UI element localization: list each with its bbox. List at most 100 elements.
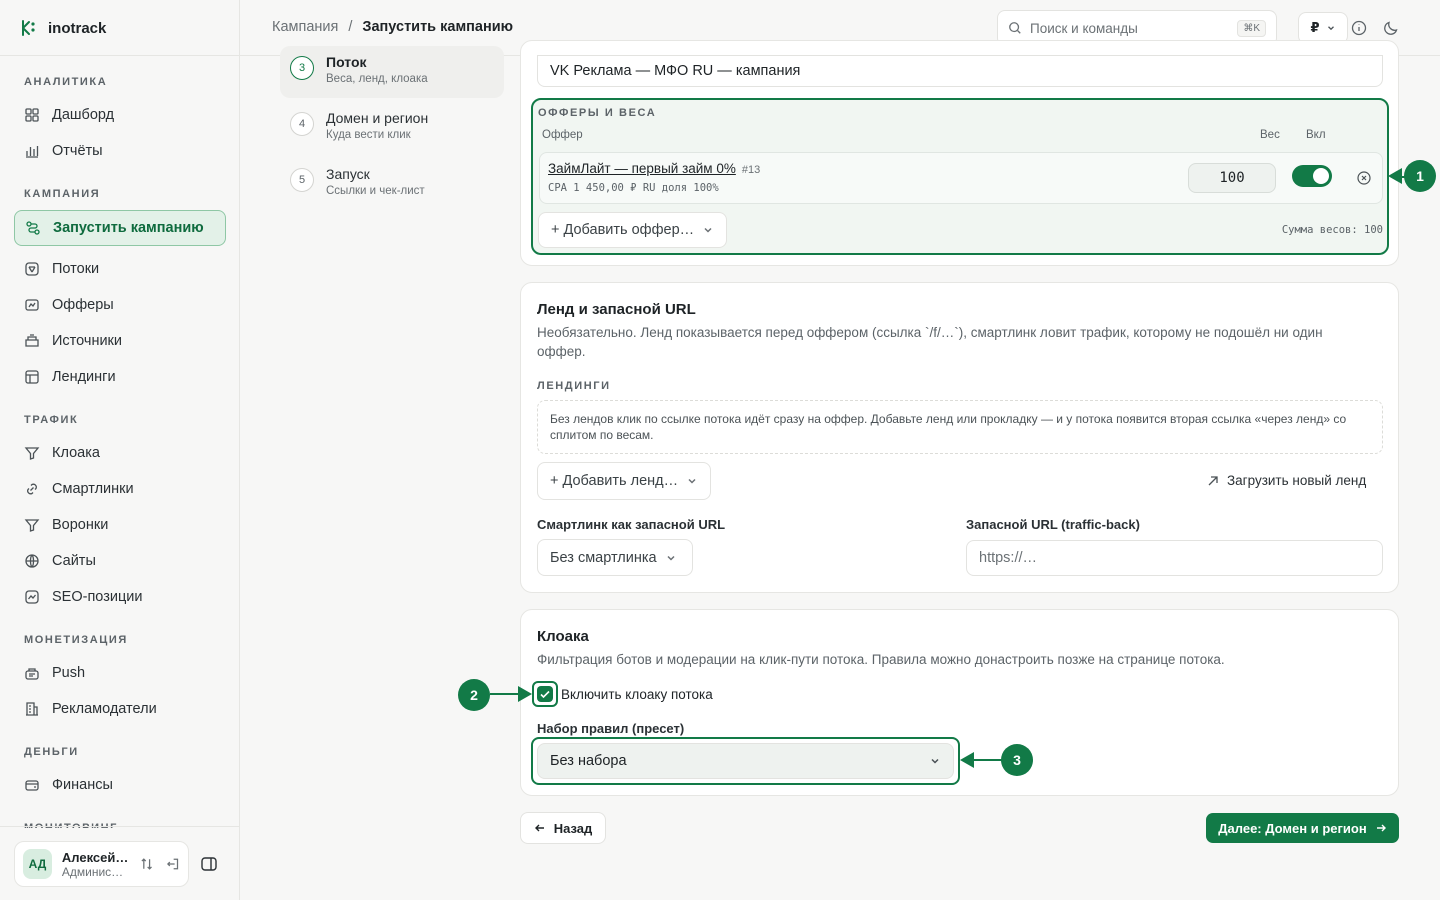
arrow-right-icon (1376, 824, 1386, 832)
user-role: Админис… (61, 864, 124, 879)
search-shortcut: ⌘K (1237, 19, 1266, 37)
offer-weight-input[interactable]: 100 (1188, 163, 1276, 193)
sidebar-item-push[interactable]: Push (14, 655, 226, 691)
upload-landing-label: Загрузить новый ленд (1227, 473, 1367, 488)
chevron-down-icon (667, 555, 675, 561)
sidebar-item-smartlinks[interactable]: Смартлинки (14, 471, 226, 507)
preset-value: Без набора (550, 753, 627, 769)
arrow-left-icon (534, 824, 544, 832)
landing-description: Необязательно. Ленд показывается перед о… (537, 325, 1323, 359)
trend-icon (25, 590, 39, 604)
grid-icon (25, 108, 39, 122)
filter-icon (24, 447, 40, 460)
flow-name-input[interactable]: VK Реклама — МФО RU — кампания (537, 55, 1383, 87)
step-number: 4 (290, 112, 314, 136)
sidebar-item-reports[interactable]: Отчёты (14, 133, 226, 169)
smartlink-label: Смартлинк как запасной URL (537, 517, 726, 532)
chevron-down-icon (688, 478, 696, 484)
sidebar-item-label: Push (52, 665, 86, 681)
search-placeholder: Поиск и команды (1030, 20, 1138, 36)
step-domain-region[interactable]: 4 Домен и регион Куда вести клик (280, 102, 504, 154)
sidebar-item-funnels[interactable]: Воронки (14, 507, 226, 543)
enable-cloak-label[interactable]: Включить клоаку потока (561, 687, 713, 702)
theme-toggle-icon[interactable] (1382, 19, 1400, 37)
step-flow[interactable]: 3 Поток Веса, ленд, клоака (280, 46, 504, 98)
building-icon (26, 702, 38, 716)
sidebar-item-finance[interactable]: Финансы (14, 767, 226, 803)
sidebar-item-label: Финансы (52, 777, 113, 793)
sidebar-footer: АД Алексей… Админис… (0, 826, 240, 900)
upload-landing-link[interactable]: Загрузить новый ленд (1207, 473, 1366, 488)
step-launch[interactable]: 5 Запуск Ссылки и чек-лист (280, 158, 504, 210)
sidebar-item-label: Офферы (52, 297, 114, 313)
check-icon (540, 690, 550, 699)
sidebar-item-seo[interactable]: SEO-позиции (14, 579, 226, 615)
sidebar-item-launch-campaign[interactable]: Запустить кампанию (14, 210, 226, 246)
fallback-url-input[interactable]: https://… (966, 540, 1383, 576)
offer-enabled-toggle[interactable] (1292, 165, 1332, 187)
nav-section-money: ДЕНЬГИ (24, 746, 79, 758)
next-button[interactable]: Далее: Домен и регион (1206, 813, 1399, 843)
breadcrumb-item[interactable]: Кампания (272, 19, 338, 35)
offers-col-weight: Вес (1260, 129, 1280, 141)
sidebar-item-label: Дашборд (52, 107, 115, 123)
add-landing-button[interactable]: + Добавить ленд… (537, 462, 712, 500)
landings-caption: ЛЕНДИНГИ (537, 380, 611, 392)
step-subtitle: Куда вести клик (326, 129, 411, 141)
chevron-down-icon (931, 758, 939, 764)
sidebar-item-label: Сайты (52, 553, 96, 569)
sidebar-item-streams[interactable]: Потоки (14, 251, 226, 287)
logout-icon[interactable] (165, 856, 180, 872)
nav-section-monetization: МОНЕТИЗАЦИЯ (24, 634, 128, 646)
preset-select[interactable]: Без набора (537, 743, 954, 779)
divider (0, 55, 240, 56)
funnel-icon (24, 519, 40, 532)
sidebar-item-sources[interactable]: Источники (14, 323, 226, 359)
sidebar-item-offers[interactable]: Офферы (14, 287, 226, 323)
sidebar-item-label: Клоака (52, 445, 100, 461)
sidebar-item-advertisers[interactable]: Рекламодатели (14, 691, 226, 727)
sidebar-item-label: Рекламодатели (52, 701, 157, 717)
push-icon (25, 668, 39, 680)
cloak-title: Клоака (537, 628, 589, 645)
route-icon (26, 221, 40, 235)
brand[interactable]: inotrack (20, 16, 106, 40)
cloak-description: Фильтрация ботов и модерации на клик-пут… (537, 652, 1225, 667)
currency-value: ₽ (1310, 20, 1320, 35)
user-card[interactable]: АД Алексей… Админис… (14, 841, 189, 887)
landing-title: Ленд и запасной URL (537, 301, 696, 318)
annotation-marker-3: 3 (1001, 744, 1033, 776)
offer-icon (25, 299, 39, 311)
sidebar-toggle-icon[interactable] (200, 855, 218, 873)
smartlink-select[interactable]: Без смартлинка (537, 539, 693, 576)
sidebar-item-sites[interactable]: Сайты (14, 543, 226, 579)
sidebar-item-cloak[interactable]: Клоака (14, 435, 226, 471)
sidebar-item-label: Лендинги (52, 369, 116, 385)
flow-name-value: VK Реклама — МФО RU — кампания (550, 63, 801, 79)
offer-name[interactable]: ЗаймЛайт — первый займ 0% (548, 161, 736, 176)
add-offer-button[interactable]: + Добавить оффер… (538, 212, 728, 248)
swap-icon[interactable] (139, 856, 154, 872)
offers-caption: ОФФЕРЫ И ВЕСА (538, 107, 657, 119)
next-label: Далее: Домен и регион (1218, 820, 1367, 836)
offers-col-enabled: Вкл (1306, 129, 1326, 141)
landing-icon (25, 370, 39, 384)
sidebar-item-label: Отчёты (52, 143, 103, 159)
step-title: Поток (326, 54, 367, 70)
arrow-up-right-icon (1208, 475, 1218, 485)
offer-meta: CPA 1 450,00 ₽ RU доля 100% (548, 182, 719, 194)
link-icon (27, 483, 37, 495)
sidebar-item-landings[interactable]: Лендинги (14, 359, 226, 395)
back-button[interactable]: Назад (520, 812, 606, 844)
enable-cloak-checkbox[interactable] (537, 686, 553, 702)
info-icon[interactable] (1350, 19, 1368, 37)
step-number: 3 (290, 56, 314, 80)
breadcrumb-separator: / (348, 19, 353, 35)
stream-icon (25, 262, 39, 276)
annotation-marker-1: 1 (1404, 160, 1436, 192)
chevron-down-icon (704, 227, 712, 233)
remove-offer-icon[interactable] (1356, 170, 1372, 186)
bar-chart-icon (26, 146, 39, 158)
sidebar-item-dashboard[interactable]: Дашборд (14, 97, 226, 133)
offer-row: ЗаймЛайт — первый займ 0% #13 CPA 1 450,… (539, 152, 1383, 204)
